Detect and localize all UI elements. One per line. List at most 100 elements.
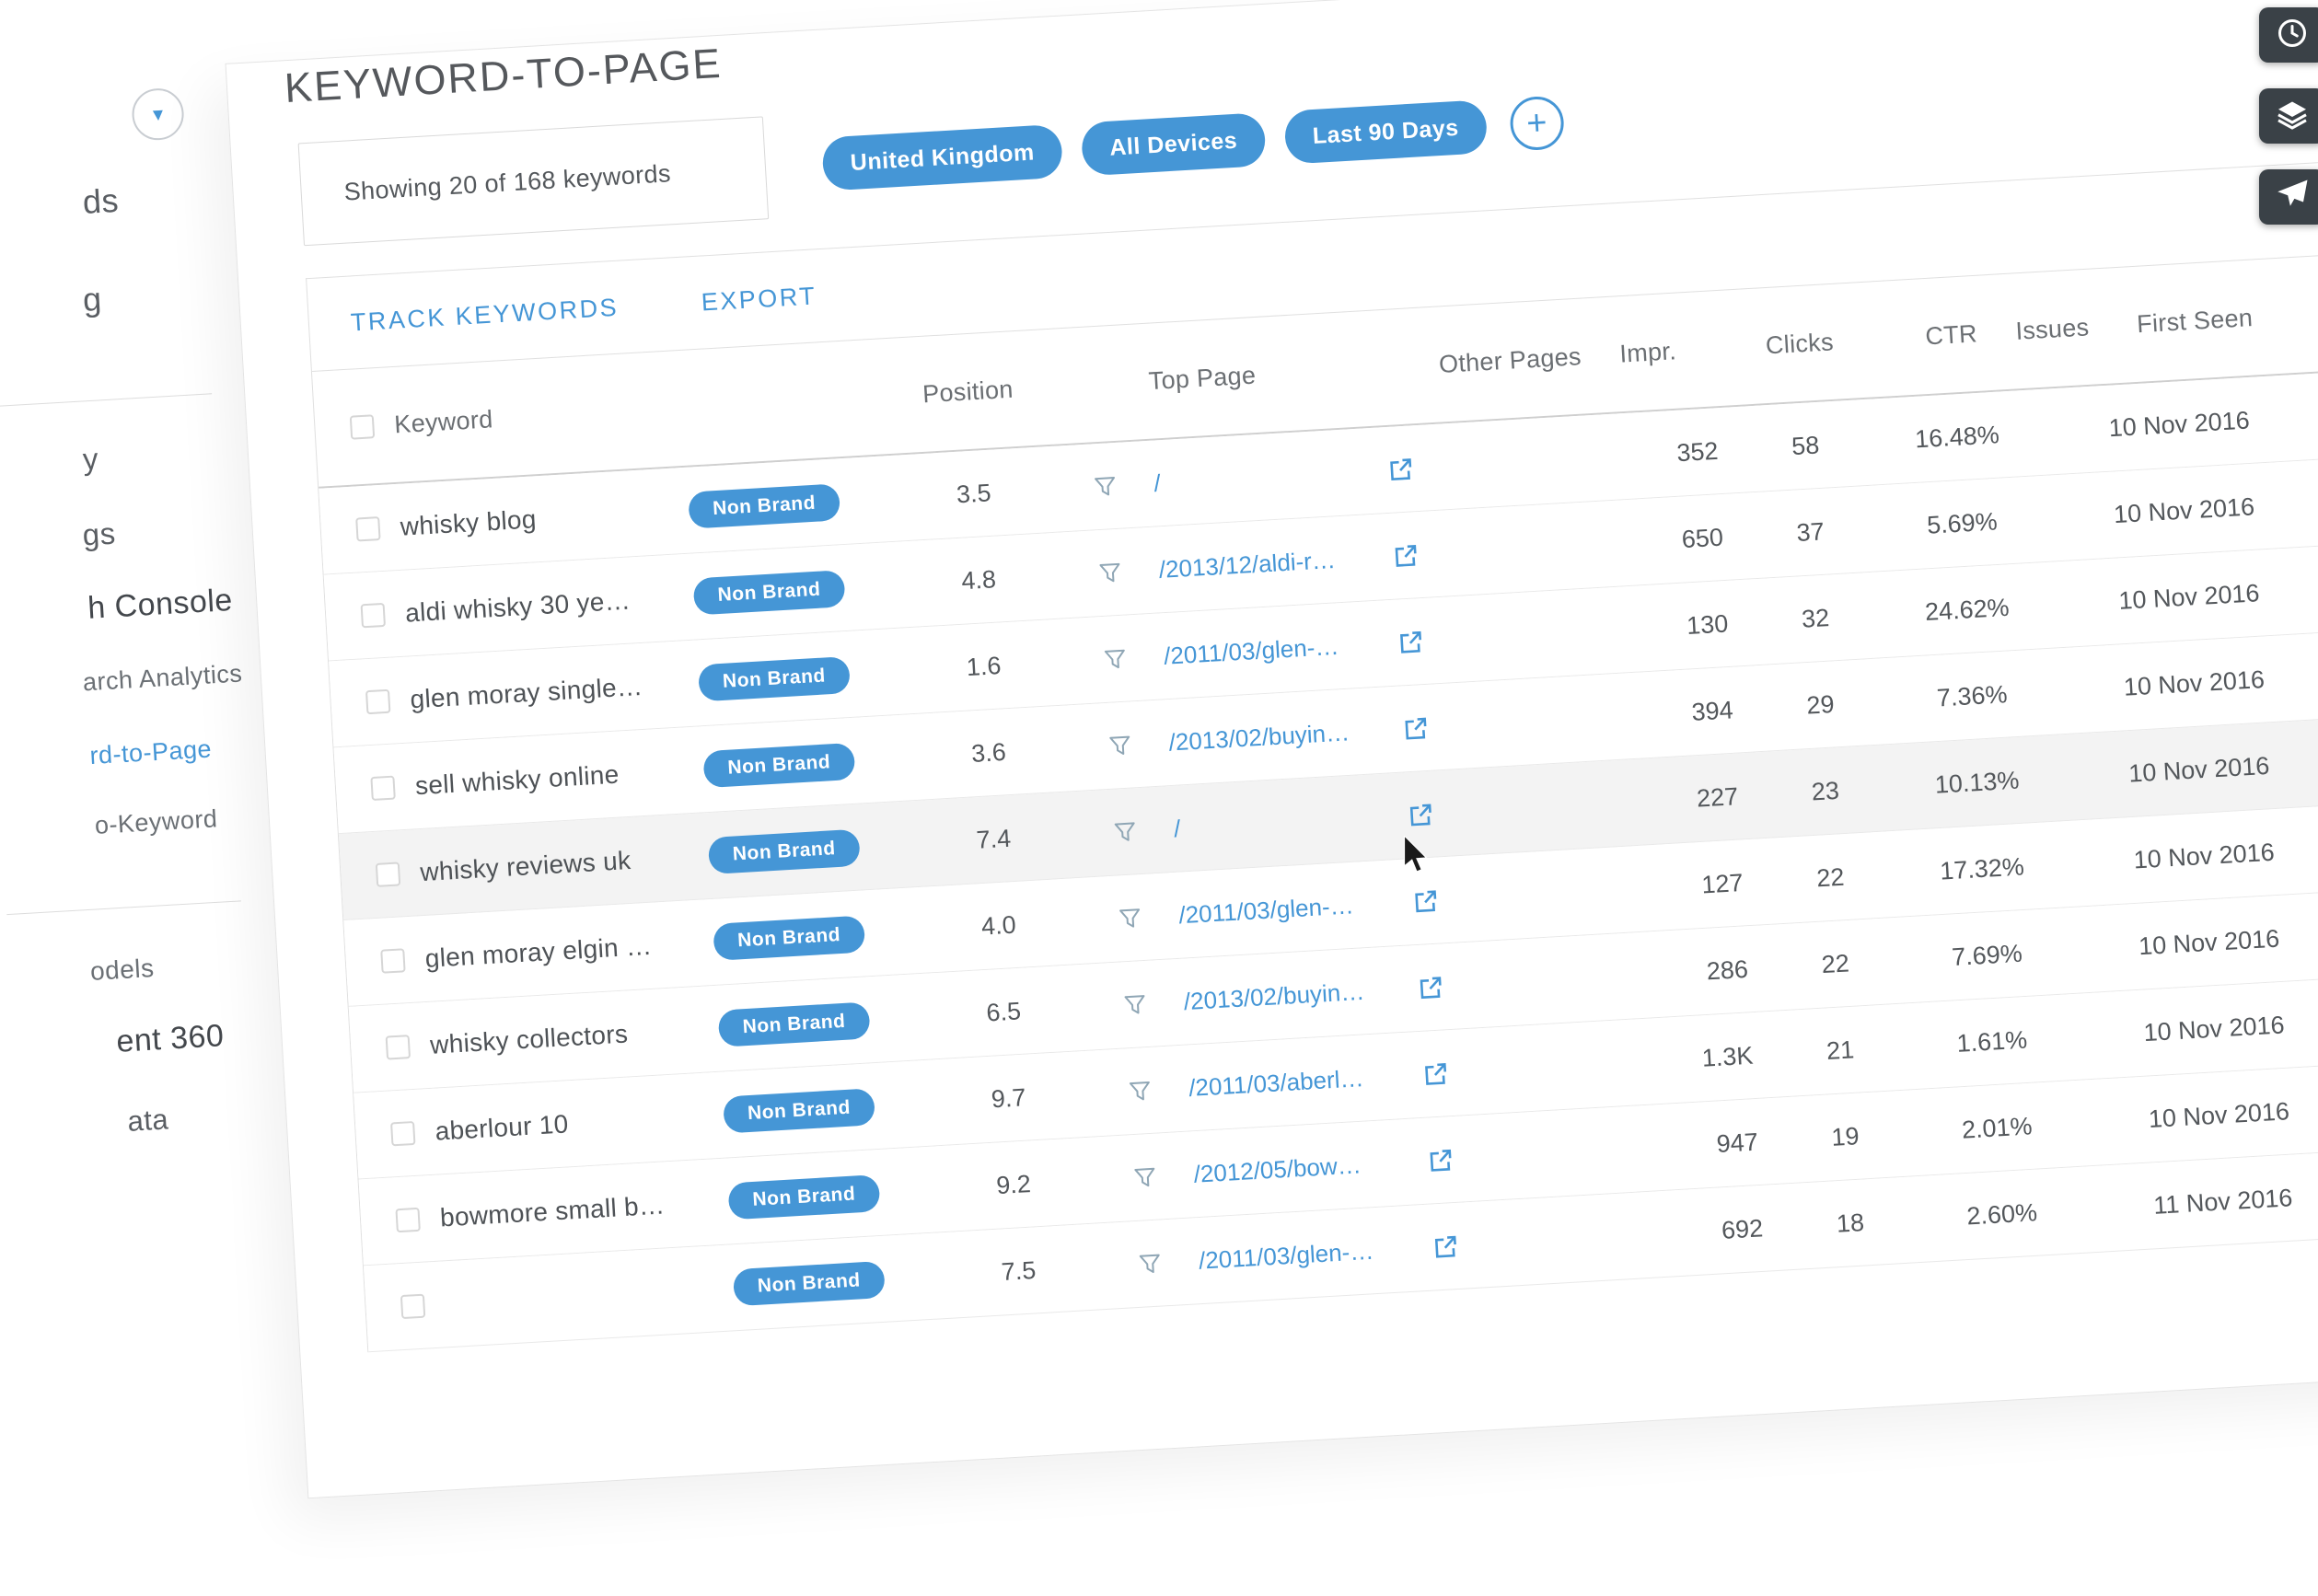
external-link-icon[interactable]: [1397, 627, 1426, 656]
row-checkbox[interactable]: [380, 948, 405, 973]
filter-funnel-icon[interactable]: [1128, 1078, 1153, 1103]
first-seen-cell: 10 Nov 2016: [2118, 579, 2261, 616]
header-first-seen[interactable]: First Seen: [2102, 301, 2287, 340]
external-link-icon[interactable]: [1392, 541, 1421, 571]
top-page-link[interactable]: /2012/05/bow…: [1193, 1151, 1362, 1188]
filter-pill-country[interactable]: United Kingdom: [821, 124, 1063, 191]
header-clicks[interactable]: Clicks: [1739, 326, 1860, 361]
ctr-cell: 16.48%: [1883, 419, 2032, 456]
filter-pill-daterange[interactable]: Last 90 Days: [1283, 99, 1488, 165]
top-page-link[interactable]: /2013/02/buyin…: [1168, 718, 1350, 757]
filter-funnel-icon[interactable]: [1122, 991, 1147, 1016]
top-page-link[interactable]: /2013/12/aldi-r…: [1158, 545, 1337, 584]
sidebar-item[interactable]: ds: [82, 181, 120, 222]
row-checkbox[interactable]: [370, 775, 395, 800]
brand-badge-label: Non Brand: [723, 1088, 875, 1133]
top-page-link[interactable]: /: [1153, 468, 1162, 497]
header-keyword[interactable]: Keyword: [394, 405, 494, 439]
row-checkbox[interactable]: [400, 1293, 425, 1318]
header-impressions[interactable]: Impr.: [1582, 334, 1713, 370]
row-checkbox[interactable]: [376, 862, 400, 886]
top-page-link[interactable]: /2011/03/glen-…: [1163, 631, 1339, 670]
top-page-link[interactable]: /2011/03/glen-…: [1178, 891, 1355, 930]
first-seen-cell: 10 Nov 2016: [2138, 924, 2280, 961]
clicks-cell: 22: [1770, 860, 1892, 895]
brand-badge: Non Brand: [708, 828, 861, 873]
header-issues[interactable]: Issues: [1988, 311, 2118, 347]
brand-badge: Non Brand: [698, 655, 851, 700]
sidebar-item[interactable]: ent 360: [115, 1018, 225, 1060]
top-page-link[interactable]: /2011/03/aberl…: [1188, 1064, 1364, 1103]
header-position[interactable]: Position: [903, 374, 1034, 410]
brand-badge: Non Brand: [723, 1088, 875, 1133]
keyword-cell: glen moray elgin …: [424, 931, 653, 973]
external-link-icon[interactable]: [1401, 713, 1431, 743]
external-link-icon[interactable]: [1386, 455, 1416, 484]
brand-badge-label: Non Brand: [718, 1001, 871, 1047]
filter-funnel-icon[interactable]: [1093, 473, 1118, 498]
keyword-cell: whisky blog: [400, 504, 538, 541]
row-checkbox[interactable]: [395, 1207, 420, 1232]
row-checkbox[interactable]: [355, 516, 380, 541]
sidebar-item[interactable]: g: [82, 280, 103, 319]
brand-badge-label: Non Brand: [693, 570, 846, 615]
row-checkbox[interactable]: [386, 1035, 411, 1059]
external-link-icon[interactable]: [1407, 800, 1436, 829]
top-page-link[interactable]: /2013/02/buyin…: [1183, 977, 1365, 1015]
filter-funnel-icon[interactable]: [1107, 733, 1132, 758]
keywords-table-card: TRACK KEYWORDS EXPORT Keyword Position T…: [306, 160, 2318, 1352]
sidebar-item[interactable]: ata: [126, 1103, 169, 1139]
brand-badge: Non Brand: [702, 742, 855, 787]
filter-funnel-icon[interactable]: [1118, 906, 1142, 931]
header-other-pages[interactable]: Other Pages: [1431, 341, 1590, 379]
overlay-toolbar: [2259, 7, 2318, 225]
position-cell: 3.6: [923, 734, 1054, 770]
sidebar-collapse-button[interactable]: ▾: [131, 87, 185, 142]
row-checkbox[interactable]: [390, 1120, 415, 1145]
filter-funnel-icon[interactable]: [1137, 1251, 1162, 1276]
filter-funnel-icon[interactable]: [1132, 1164, 1157, 1189]
layers-button[interactable]: [2259, 88, 2318, 144]
external-link-icon[interactable]: [1421, 1059, 1451, 1089]
brand-badge-label: Non Brand: [713, 915, 865, 960]
brand-badge-label: Non Brand: [698, 655, 851, 700]
impressions-cell: 692: [1633, 1214, 1764, 1250]
top-page-link[interactable]: /2011/03/glen-…: [1198, 1236, 1374, 1275]
sidebar-item[interactable]: y: [82, 442, 99, 478]
position-cell: 3.5: [909, 476, 1039, 512]
external-link-icon[interactable]: [1417, 973, 1446, 1002]
send-button[interactable]: [2259, 169, 2318, 225]
sidebar-item[interactable]: o-Keyword: [94, 804, 218, 840]
sidebar-item[interactable]: gs: [82, 516, 117, 553]
keyword-cell: whisky collectors: [429, 1019, 629, 1059]
sidebar-item[interactable]: odels: [89, 954, 155, 987]
external-link-icon[interactable]: [1411, 886, 1441, 916]
sidebar-item[interactable]: rd-to-Page: [89, 734, 213, 770]
first-seen-cell: 11 Nov 2016: [2153, 1184, 2294, 1220]
header-top-page[interactable]: Top Page: [1114, 359, 1290, 398]
brand-badge: Non Brand: [718, 1001, 871, 1047]
select-all-checkbox[interactable]: [350, 414, 375, 439]
external-link-icon[interactable]: [1426, 1145, 1455, 1174]
top-page-link[interactable]: /: [1173, 815, 1181, 843]
position-cell: 6.5: [938, 994, 1069, 1030]
row-checkbox[interactable]: [365, 688, 390, 713]
filter-funnel-icon[interactable]: [1112, 819, 1137, 844]
external-link-icon[interactable]: [1431, 1232, 1461, 1261]
filter-funnel-icon[interactable]: [1103, 646, 1128, 671]
track-keywords-button[interactable]: TRACK KEYWORDS: [350, 293, 620, 337]
export-button[interactable]: EXPORT: [701, 282, 817, 317]
first-seen-cell: 10 Nov 2016: [2108, 406, 2251, 443]
sidebar-item[interactable]: arch Analytics: [82, 659, 243, 697]
position-cell: 4.0: [933, 908, 1064, 943]
impressions-cell: 947: [1628, 1128, 1759, 1163]
ctr-cell: 7.69%: [1913, 937, 2062, 974]
sidebar-item[interactable]: h Console: [87, 583, 234, 627]
history-button[interactable]: [2259, 7, 2318, 63]
filter-funnel-icon[interactable]: [1097, 560, 1122, 584]
keyword-cell: aberlour 10: [435, 1109, 570, 1146]
filter-pill-devices[interactable]: All Devices: [1081, 112, 1267, 176]
row-checkbox[interactable]: [361, 602, 386, 627]
brand-badge-label: Non Brand: [702, 742, 855, 787]
add-filter-button[interactable]: +: [1509, 95, 1565, 151]
